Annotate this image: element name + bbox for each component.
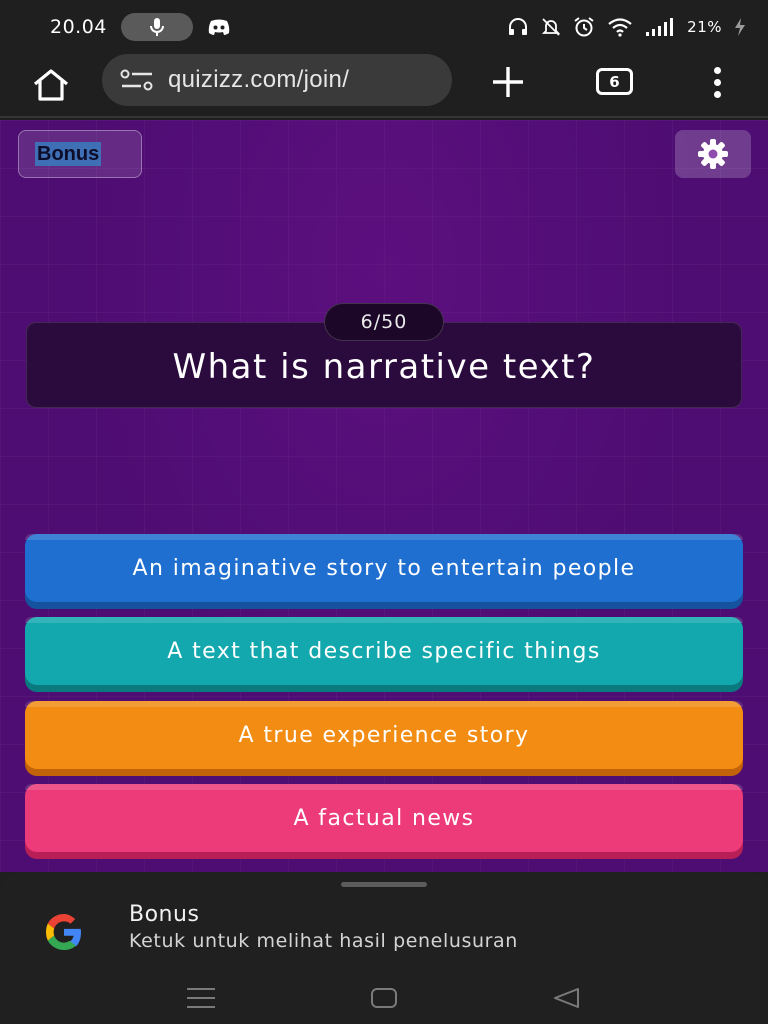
answer-option-4[interactable]: A factual news (25, 784, 743, 852)
bonus-button[interactable]: Bonus (18, 130, 142, 178)
url-bar[interactable]: quizizz.com/join/ (102, 54, 452, 106)
headphones-icon (509, 18, 528, 35)
tabs-icon: 6 (609, 72, 620, 91)
signal-icon (646, 18, 674, 36)
answer-text: A true experience story (238, 722, 530, 748)
discord-icon (207, 18, 231, 36)
bonus-label: Bonus (35, 142, 102, 166)
answer-text: An imaginative story to entertain people (132, 555, 636, 581)
answer-text: A factual news (293, 805, 475, 831)
home-nav-icon[interactable] (371, 988, 397, 1008)
search-suggestion-sheet[interactable]: Bonus Ketuk untuk melihat hasil penelusu… (0, 872, 768, 1024)
settings-button[interactable] (675, 130, 751, 178)
question-text: What is narrative text? (172, 347, 596, 387)
status-time: 20.04 (50, 16, 107, 38)
answer-option-2[interactable]: A text that describe specific things (25, 617, 743, 685)
recents-icon[interactable] (187, 988, 215, 1008)
answer-option-1[interactable]: An imaginative story to entertain people (25, 534, 743, 602)
suggestion-subtitle: Ketuk untuk melihat hasil penelusuran (129, 930, 518, 952)
quiz-area: Bonus What is narrative text? 6/50 An im… (0, 120, 768, 872)
home-button[interactable] (30, 65, 72, 105)
google-g-icon (46, 914, 81, 950)
home-icon (33, 69, 69, 101)
plus-icon (493, 67, 523, 97)
sheet-drag-handle[interactable] (341, 882, 427, 887)
charging-icon (735, 18, 745, 36)
battery-level: 21% (687, 18, 722, 36)
gear-icon (698, 139, 728, 169)
more-vert-icon[interactable] (706, 64, 728, 100)
mic-indicator (120, 13, 193, 41)
back-icon[interactable] (551, 986, 581, 1010)
url-text: quizizz.com/join/ (168, 66, 350, 93)
status-icons: 21% (507, 16, 746, 38)
wifi-icon (608, 18, 632, 37)
browser-toolbar: quizizz.com/join/ 6 (0, 54, 768, 118)
system-nav-bar (0, 976, 768, 1024)
answer-text: A text that describe specific things (167, 638, 601, 664)
new-tab-button[interactable] (488, 62, 528, 102)
question-counter: 6/50 (324, 303, 444, 341)
tabs-button[interactable]: 6 (596, 68, 633, 95)
site-settings-icon[interactable] (120, 69, 154, 91)
mic-icon (149, 18, 164, 36)
answer-option-3[interactable]: A true experience story (25, 701, 743, 769)
suggestion-title: Bonus (129, 902, 200, 927)
bell-off-icon (541, 18, 561, 36)
alarm-icon (574, 17, 594, 37)
status-bar: 20.04 21% (0, 0, 768, 54)
